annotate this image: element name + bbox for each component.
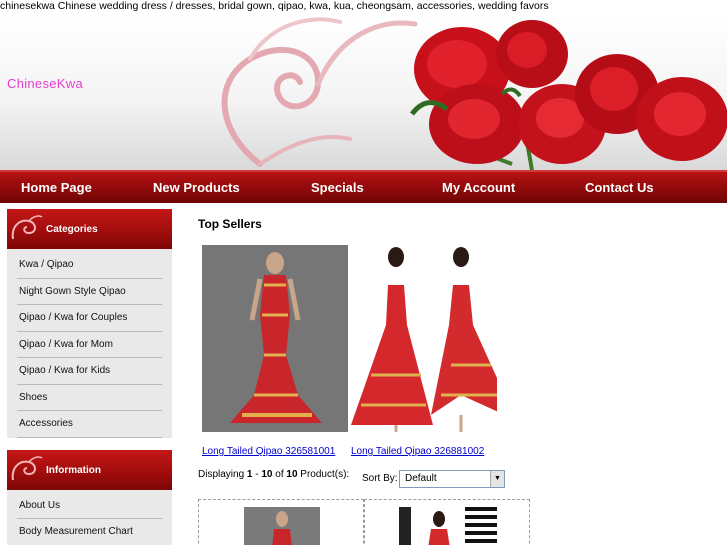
nav-contact-us[interactable]: Contact Us [585, 180, 654, 195]
listing-to: 10 [261, 469, 273, 480]
nav-home-page[interactable]: Home Page [21, 180, 92, 195]
ornament-icon [11, 215, 43, 240]
sort-label: Sort By: [362, 473, 398, 484]
product-thumbnail[interactable] [399, 507, 497, 545]
sidebar-gap [7, 437, 172, 450]
nav-new-products[interactable]: New Products [153, 180, 240, 195]
sidebar-item-qipao-couples[interactable]: Qipao / Kwa for Couples [17, 305, 162, 332]
listing-total: 10 [286, 469, 298, 480]
sidebar-item-qipao-kids[interactable]: Qipao / Kwa for Kids [17, 358, 162, 385]
information-list: About Us Body Measurement Chart [7, 489, 172, 545]
sidebar-item-kwa-qipao[interactable]: Kwa / Qipao [17, 252, 162, 279]
sort-select[interactable]: Default ▼ [399, 470, 505, 488]
chevron-down-icon[interactable]: ▼ [490, 471, 504, 487]
nav-specials[interactable]: Specials [311, 180, 364, 195]
sidebar: Categories Kwa / Qipao Night Gown Style … [7, 209, 172, 545]
product-thumbnail[interactable] [244, 507, 320, 545]
header-banner: ChineseKwa [0, 14, 727, 170]
categories-title: Categories [46, 224, 98, 235]
product-grid-cell [198, 499, 364, 545]
sidebar-item-body-measurement[interactable]: Body Measurement Chart [17, 519, 162, 545]
product-image-1[interactable] [202, 245, 348, 432]
information-title: Information [46, 464, 101, 476]
nav-my-account[interactable]: My Account [442, 180, 515, 195]
roses-image [410, 20, 727, 170]
listing-count: Displaying 1 - 10 of 10 Product(s): [198, 469, 349, 480]
categories-header: Categories [7, 209, 172, 249]
listing-suffix: Product(s): [297, 469, 350, 480]
product-image-2[interactable] [351, 245, 497, 432]
dress-image [351, 245, 497, 432]
categories-list: Kwa / Qipao Night Gown Style Qipao Qipao… [7, 249, 172, 438]
listing-prefix: Displaying [198, 469, 247, 480]
page-title-line: chinesekwa Chinese wedding dress / dress… [0, 0, 549, 12]
sidebar-item-qipao-mom[interactable]: Qipao / Kwa for Mom [17, 332, 162, 358]
decorative-swirl [221, 17, 418, 167]
section-title: Top Sellers [198, 217, 262, 231]
sidebar-item-shoes[interactable]: Shoes [17, 385, 162, 411]
product-grid-cell [364, 499, 530, 545]
ornament-icon [11, 455, 43, 480]
product-link-1[interactable]: Long Tailed Qipao 326581001 [202, 446, 335, 457]
dress-image [202, 245, 348, 432]
listing-of: of [272, 469, 287, 480]
sort-selected-value: Default [405, 473, 437, 484]
product-link-2[interactable]: Long Tailed Qipao 326881002 [351, 446, 484, 457]
main-navigation: Home Page New Products Specials My Accou… [0, 170, 727, 203]
sidebar-item-about-us[interactable]: About Us [17, 493, 162, 519]
sidebar-item-accessories[interactable]: Accessories [17, 411, 162, 438]
brand-logo-text[interactable]: ChineseKwa [7, 76, 83, 91]
information-header: Information [7, 449, 172, 490]
sidebar-item-night-gown-qipao[interactable]: Night Gown Style Qipao [17, 279, 162, 305]
